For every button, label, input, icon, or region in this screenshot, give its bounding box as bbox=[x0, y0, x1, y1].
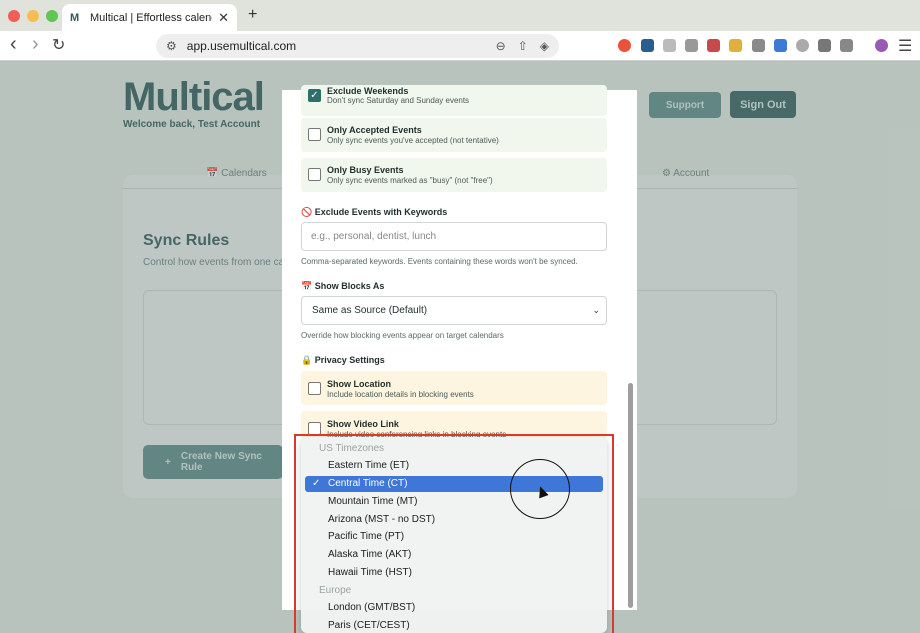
show-location-desc: Include location details in blocking eve… bbox=[327, 390, 474, 399]
extension-red-icon[interactable] bbox=[618, 39, 631, 52]
address-bar[interactable]: ⚙ app.usemultical.com ⊖ ⇧ ◈ bbox=[156, 34, 559, 58]
keywords-input[interactable]: e.g., personal, dentist, lunch bbox=[301, 222, 607, 251]
extensions-puzzle-icon[interactable] bbox=[818, 39, 831, 52]
only-accepted-label: Only Accepted Events bbox=[327, 125, 422, 135]
extension-blue-icon[interactable] bbox=[641, 39, 654, 52]
keywords-help: Comma-separated keywords. Events contain… bbox=[301, 257, 578, 266]
show-video-label: Show Video Link bbox=[327, 419, 399, 429]
only-busy-label: Only Busy Events bbox=[327, 165, 404, 175]
only-busy-checkbox[interactable] bbox=[308, 168, 321, 181]
show-blocks-section-title: 📅 Show Blocks As bbox=[301, 281, 385, 291]
url-text: app.usemultical.com bbox=[186, 39, 297, 53]
tab-title: Multical | Effortless calendar s bbox=[90, 11, 212, 24]
extension-layers-icon[interactable] bbox=[774, 39, 787, 52]
option-show-location[interactable]: Show Location Include location details i… bbox=[301, 371, 607, 405]
zoom-icon[interactable]: ⊖ bbox=[496, 39, 506, 53]
annotation-highlight-box bbox=[294, 434, 614, 633]
close-tab-icon[interactable]: ✕ bbox=[218, 10, 229, 26]
extension-doc-icon[interactable] bbox=[663, 39, 676, 52]
exclude-weekends-checkbox[interactable]: ✓ bbox=[308, 89, 321, 102]
only-busy-desc: Only sync events marked as "busy" (not "… bbox=[327, 176, 493, 185]
sidebar-icon[interactable] bbox=[840, 39, 853, 52]
modal-scrollbar[interactable] bbox=[628, 383, 633, 608]
show-blocks-value: Same as Source (Default) bbox=[312, 305, 428, 316]
option-only-busy[interactable]: Only Busy Events Only sync events marked… bbox=[301, 158, 607, 192]
extension-gray-icon[interactable] bbox=[685, 39, 698, 52]
extension-pdf-icon[interactable] bbox=[707, 39, 720, 52]
forward-button[interactable]: › bbox=[32, 33, 39, 56]
chevron-down-icon: ⌄ bbox=[592, 305, 600, 315]
browser-tab[interactable]: M Multical | Effortless calendar s ✕ bbox=[62, 4, 237, 31]
show-location-checkbox[interactable] bbox=[308, 382, 321, 395]
brave-shield-icon[interactable]: ◈ bbox=[540, 39, 549, 53]
browser-toolbar: ‹ › ↻ ⚙ app.usemultical.com ⊖ ⇧ ◈ ☰ bbox=[0, 31, 920, 61]
show-blocks-help: Override how blocking events appear on t… bbox=[301, 331, 504, 340]
back-button[interactable]: ‹ bbox=[10, 33, 17, 56]
only-accepted-checkbox[interactable] bbox=[308, 128, 321, 141]
extension-color-icon[interactable] bbox=[729, 39, 742, 52]
menu-icon[interactable]: ☰ bbox=[898, 36, 912, 56]
option-exclude-weekends[interactable]: ✓ Exclude Weekends Don't sync Saturday a… bbox=[301, 85, 607, 116]
multical-favicon-icon: M bbox=[70, 11, 80, 24]
privacy-section-title: 🔒 Privacy Settings bbox=[301, 355, 385, 365]
keywords-section-title: 🚫 Exclude Events with Keywords bbox=[301, 207, 448, 217]
tab-bar: M Multical | Effortless calendar s ✕ + bbox=[0, 0, 920, 31]
site-settings-icon[interactable]: ⚙ bbox=[166, 39, 177, 53]
maximize-window-button[interactable] bbox=[46, 10, 58, 22]
show-blocks-select[interactable]: Same as Source (Default) ⌄ bbox=[301, 296, 607, 325]
exclude-weekends-desc: Don't sync Saturday and Sunday events bbox=[327, 96, 470, 105]
camera-icon[interactable] bbox=[752, 39, 765, 52]
exclude-weekends-label: Exclude Weekends bbox=[327, 86, 409, 96]
extension-jm-icon[interactable] bbox=[796, 39, 809, 52]
close-window-button[interactable] bbox=[8, 10, 20, 22]
only-accepted-desc: Only sync events you've accepted (not te… bbox=[327, 136, 499, 145]
share-icon[interactable]: ⇧ bbox=[518, 39, 528, 53]
reload-button[interactable]: ↻ bbox=[52, 35, 65, 55]
show-location-label: Show Location bbox=[327, 379, 391, 389]
new-tab-button[interactable]: + bbox=[248, 6, 257, 24]
option-only-accepted[interactable]: Only Accepted Events Only sync events yo… bbox=[301, 118, 607, 152]
minimize-window-button[interactable] bbox=[27, 10, 39, 22]
profile-avatar[interactable] bbox=[875, 39, 888, 52]
